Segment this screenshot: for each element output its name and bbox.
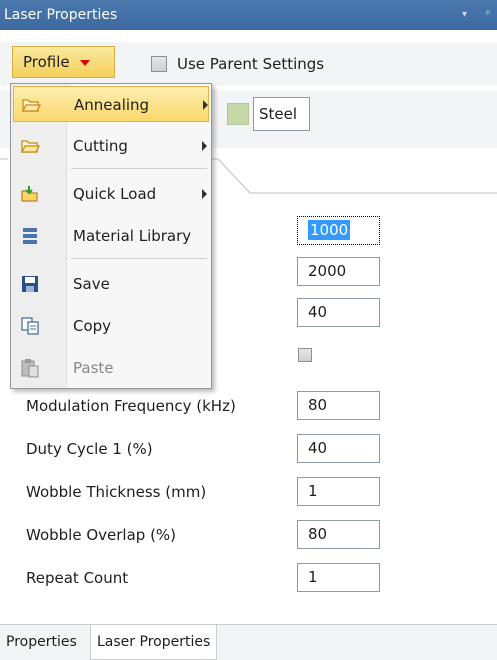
tab-laser-properties[interactable]: Laser Properties (90, 625, 218, 660)
profile-dropdown-menu: Annealing Cutting Quick Load Material Li… (10, 83, 212, 389)
menu-item-label: Paste (73, 359, 114, 377)
repeat-count-field[interactable]: 1 (297, 563, 380, 592)
pin-icon[interactable]: ᵖ (486, 0, 490, 30)
menu-item-label: Material Library (73, 227, 192, 245)
material-name-field[interactable]: Steel (253, 97, 310, 131)
submenu-arrow-icon (202, 141, 207, 151)
paste-icon (21, 359, 39, 378)
menu-item-label: Cutting (73, 137, 128, 155)
menu-item-save[interactable]: Save (13, 266, 209, 302)
profile-button-label: Profile (23, 53, 70, 71)
use-parent-settings-label: Use Parent Settings (177, 55, 325, 73)
folder-open-icon (21, 99, 41, 112)
menu-item-label: Annealing (74, 96, 150, 114)
wobble-thickness-label: Wobble Thickness (mm) (26, 483, 207, 501)
property-field-3[interactable]: 40 (297, 298, 380, 327)
folder-load-icon (21, 186, 38, 202)
menu-item-cutting[interactable]: Cutting (13, 128, 209, 164)
property-value-1: 1000 (308, 220, 351, 240)
window-titlebar: Laser Properties ▾ ᵖ (0, 0, 497, 30)
menu-separator (71, 258, 207, 259)
menu-item-paste[interactable]: Paste (13, 350, 209, 386)
modulation-frequency-label: Modulation Frequency (kHz) (26, 397, 236, 415)
duty-cycle-field[interactable]: 40 (297, 434, 380, 463)
submenu-arrow-icon (202, 189, 207, 199)
save-icon (22, 276, 38, 292)
tab-properties[interactable]: Properties (0, 625, 83, 660)
toolbar: Profile Use Parent Settings (0, 42, 497, 86)
menu-item-label: Save (73, 275, 110, 293)
menu-separator (71, 168, 207, 169)
menu-item-label: Copy (73, 317, 112, 335)
use-parent-settings-checkbox[interactable] (151, 56, 167, 72)
material-color-swatch[interactable] (227, 103, 249, 125)
window-title: Laser Properties (4, 7, 118, 23)
profile-menu-button[interactable]: Profile (12, 46, 115, 78)
menu-item-quick-load[interactable]: Quick Load (13, 176, 209, 212)
folder-open-icon (20, 140, 40, 153)
menu-item-material-library[interactable]: Material Library (13, 218, 209, 254)
wobble-thickness-field[interactable]: 1 (297, 477, 380, 506)
wobble-overlap-field[interactable]: 80 (297, 520, 380, 549)
property-field-2[interactable]: 2000 (297, 257, 380, 286)
menu-item-annealing[interactable]: Annealing (13, 86, 209, 122)
dropdown-caret-icon (80, 59, 91, 66)
property-checkbox[interactable] (298, 348, 312, 362)
menu-item-copy[interactable]: Copy (13, 308, 209, 344)
bottom-tab-bar: Properties Laser Properties (0, 624, 497, 660)
submenu-arrow-icon (203, 100, 208, 110)
wobble-overlap-label: Wobble Overlap (%) (26, 526, 177, 544)
copy-icon (21, 317, 39, 335)
window-menu-icon[interactable]: ▾ (462, 0, 467, 30)
menu-item-label: Quick Load (73, 185, 157, 203)
duty-cycle-label: Duty Cycle 1 (%) (26, 440, 153, 458)
property-field-1[interactable]: 1000 (297, 216, 380, 245)
repeat-count-label: Repeat Count (26, 569, 129, 587)
library-icon (23, 228, 37, 244)
modulation-frequency-field[interactable]: 80 (297, 391, 380, 420)
